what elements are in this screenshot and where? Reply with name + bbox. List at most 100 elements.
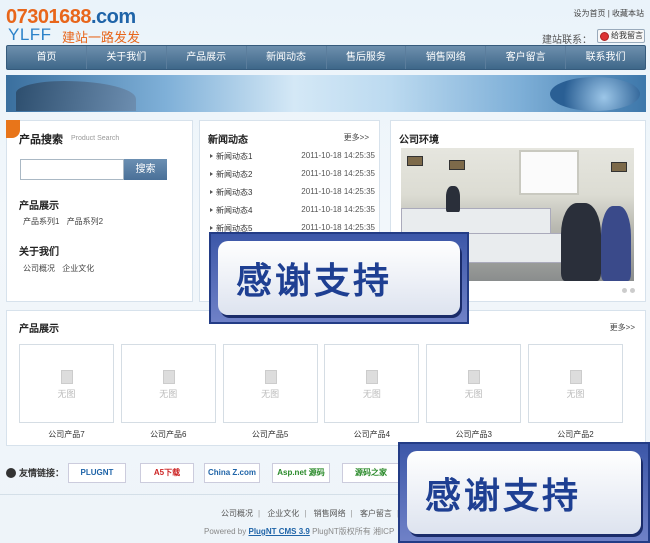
about-link[interactable]: 企业文化 [62,264,94,273]
news-list: 新闻动态1 2011-10-18 14:25:35 新闻动态2 2011-10-18… [210,151,375,241]
search-button[interactable]: 搜索 [124,159,167,180]
header: 07301688.com YLFF 建站一路发发 设为首页 | 收藏本站 建站联… [0,0,650,46]
banner-globe-graphic [550,77,640,111]
product-card[interactable]: 无图公司产品2 [527,344,623,440]
footer-link[interactable]: 客户留言 [360,509,392,518]
logo-slogan: 建站一路发发 [62,30,141,45]
product-card[interactable]: 无图公司产品7 [19,344,114,440]
wall-picture [407,156,423,166]
list-item: 新闻动态1 2011-10-18 14:25:35 [210,151,375,169]
no-image-icon [569,370,582,384]
no-image-icon [264,370,277,384]
friend-link-aspnet[interactable]: Asp.net 源码 [272,463,330,483]
product-links: 产品系列1 产品系列2 [23,216,108,227]
no-image-text: 无图 [261,389,280,399]
no-image-icon [61,370,73,384]
news-link[interactable]: 新闻动态4 [210,205,252,223]
product-name[interactable]: 公司产品4 [324,429,419,440]
product-thumb[interactable]: 无图 [527,344,623,423]
footer-link[interactable]: 企业文化 [267,509,299,518]
product-grid: 无图 公司产品7 无图 公司产品6 无图 公司产品5 无图 公司产品4 无图 公司产品3 … [19,344,630,440]
product-series-link[interactable]: 产品系列2 [67,217,103,226]
no-image-text: 无图 [566,389,585,399]
top-links: 设为首页 | 收藏本站 [573,9,644,18]
about-links: 公司概况 企业文化 [23,263,99,274]
product-card[interactable]: 无图公司产品4 [324,344,420,440]
news-title: 新闻动态 [208,135,248,146]
person [561,203,601,281]
product-card[interactable]: 无图公司产品3 [426,344,522,440]
nav-about[interactable]: 关于我们 [87,46,167,69]
bookmark-link[interactable]: 收藏本站 [612,9,644,18]
nav-home[interactable]: 首页 [7,46,87,69]
news-more-link[interactable]: 更多>> [344,132,369,143]
product-name[interactable]: 公司产品3 [426,429,521,440]
products-panel: 产品展示 更多>> 无图 公司产品7 无图 公司产品6 无图 公司产品5 无图 公司产品… [6,310,646,446]
person [601,206,631,281]
logo-ylff: YLFF [8,25,52,44]
friend-link-chinaz[interactable]: China Z.com [204,463,260,483]
search-subtitle: Product Search [71,135,120,142]
environment-title: 公司环境 [399,135,439,146]
nav-messages[interactable]: 客户留言 [486,46,567,69]
footer-links: 公司概况| 企业文化| 销售网络| 客户留言| [221,509,399,518]
product-name[interactable]: 公司产品2 [528,429,623,440]
nav-contact[interactable]: 联系我们 [566,46,645,69]
news-date: 2011-10-18 14:25:35 [301,151,375,160]
link-icon [6,468,16,478]
thanks-text: 感谢支持 [407,451,641,534]
nav-news[interactable]: 新闻动态 [247,46,327,69]
news-date: 2011-10-18 14:25:35 [301,205,375,214]
banner-image [6,75,646,112]
left-panel: 产品搜索 Product Search 搜索 产品展示 产品系列1 产品系列2 … [6,120,193,302]
products-title: 产品展示 [19,324,59,335]
products-heading: 产品展示 [19,201,59,212]
product-thumb[interactable]: 无图 [19,344,114,423]
no-image-text: 无图 [159,389,178,399]
product-name[interactable]: 公司产品7 [19,429,114,440]
news-link[interactable]: 新闻动态3 [210,187,252,205]
product-name[interactable]: 公司产品6 [121,429,216,440]
about-link[interactable]: 公司概况 [23,264,55,273]
nav-network[interactable]: 销售网络 [406,46,487,69]
nav-products[interactable]: 产品展示 [167,46,247,69]
product-thumb[interactable]: 无图 [222,344,318,423]
message-button[interactable]: 给我留言 [597,29,645,43]
product-name[interactable]: 公司产品5 [223,429,318,440]
product-card[interactable]: 无图公司产品6 [120,344,216,440]
product-thumb[interactable]: 无图 [324,344,420,423]
products-more-link[interactable]: 更多>> [610,322,635,333]
powered-brand-link[interactable]: PlugNT CMS 3.9 [248,527,309,536]
set-homepage-link[interactable]: 设为首页 [573,9,605,18]
nav-service[interactable]: 售后服务 [327,46,407,69]
person [446,186,460,212]
contact-label: 建站联系： [542,35,592,46]
about-heading: 关于我们 [19,247,59,258]
product-thumb[interactable]: 无图 [120,344,216,423]
thanks-overlay: 感谢支持 [398,442,650,543]
list-item: 新闻动态4 2011-10-18 14:25:35 [210,205,375,223]
search-input[interactable] [20,159,124,180]
message-icon [600,32,609,41]
wall-picture [449,160,465,170]
carousel-dots[interactable] [619,285,635,295]
footer-link[interactable]: 销售网络 [314,509,346,518]
news-link[interactable]: 新闻动态2 [210,169,252,187]
product-series-link[interactable]: 产品系列1 [23,217,59,226]
no-image-text: 无图 [57,389,76,399]
friend-links: 友情链接： PLUGNT A5下载 China Z.com Asp.net 源码… [6,462,406,484]
friend-link-codehome[interactable]: 源码之家 [342,463,400,483]
product-card[interactable]: 无图公司产品5 [222,344,318,440]
news-link[interactable]: 新闻动态1 [210,151,252,169]
friend-links-label: 友情链接： [6,466,64,479]
list-item: 新闻动态2 2011-10-18 14:25:35 [210,169,375,187]
wall-picture [611,162,627,172]
banner-hand-graphic [16,81,136,111]
friend-link-a5[interactable]: A5下载 [140,463,194,483]
news-date: 2011-10-18 14:25:35 [301,169,375,178]
thanks-overlay: 感谢支持 [209,232,469,324]
product-thumb[interactable]: 无图 [426,344,522,423]
footer-link[interactable]: 公司概况 [221,509,253,518]
friend-link-plugnt[interactable]: PLUGNT [68,463,126,483]
panel-tab-icon [6,120,20,138]
